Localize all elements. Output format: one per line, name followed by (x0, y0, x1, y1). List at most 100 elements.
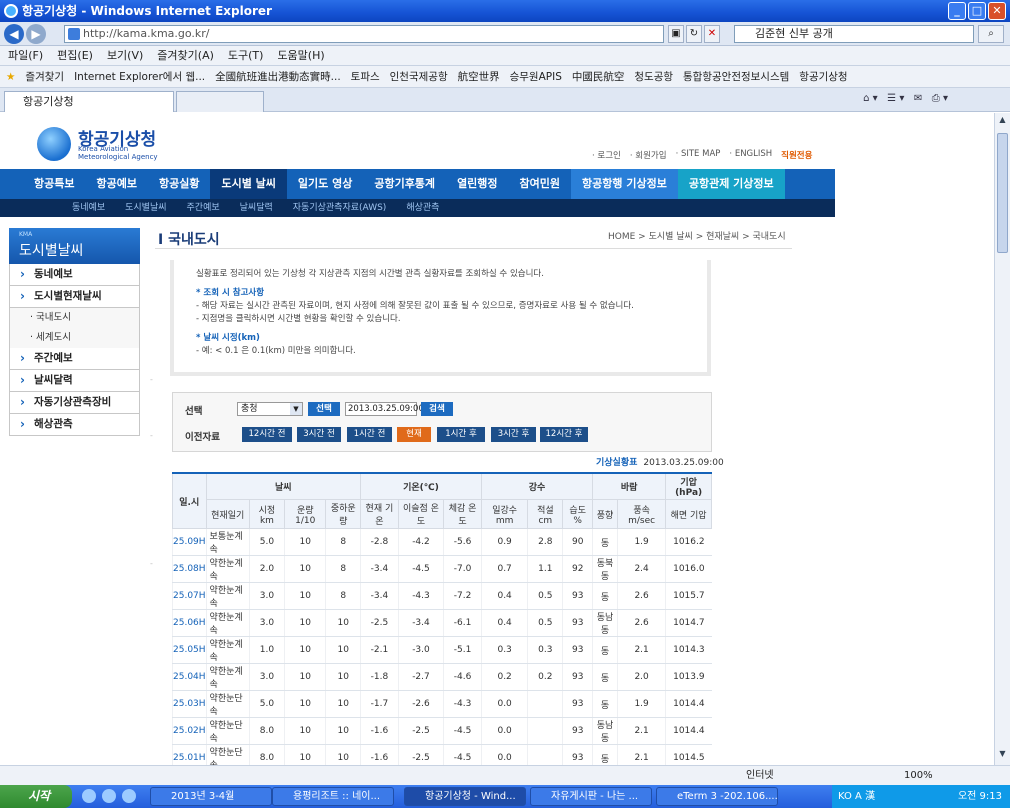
menu-item[interactable]: 편집(E) (57, 46, 93, 65)
time-button[interactable]: 12시간 후 (540, 427, 588, 442)
left-nav-item[interactable]: 해상관측 (9, 414, 140, 436)
ie2-icon[interactable] (122, 789, 136, 803)
taskbar-item[interactable]: 용평리조트 :: 네이... (272, 787, 394, 806)
station-time-link[interactable]: 25.04H (172, 663, 207, 691)
favorite-link[interactable]: 통합항공안전정보시스템 (683, 66, 789, 87)
menu-item[interactable]: 즐겨찾기(A) (157, 46, 214, 65)
scroll-thumb[interactable] (997, 133, 1008, 253)
gnb-item[interactable]: 도시별 날씨 (210, 169, 287, 199)
address-input[interactable]: http://kama.kma.go.kr/ (64, 25, 664, 43)
favorite-link[interactable]: 全國航班進出港動态實時... (215, 66, 341, 87)
station-time-link[interactable]: 25.01H (172, 744, 207, 765)
gnb-item[interactable]: 공항기후통계 (363, 169, 446, 199)
kama-logo-icon[interactable] (37, 127, 71, 161)
table-cell: 2.6 (617, 582, 666, 610)
snb-item[interactable]: 해상관측 (396, 199, 449, 217)
favorites-label[interactable]: 즐겨찾기 (25, 66, 64, 87)
stop-icon[interactable]: ✕ (704, 25, 720, 43)
top-link[interactable]: · ENGLISH (729, 149, 772, 161)
snb-item[interactable]: 주간예보 (177, 199, 230, 217)
forward-icon[interactable]: ▶ (26, 24, 46, 44)
favorite-link[interactable]: 청도공항 (634, 66, 673, 87)
tab-kama[interactable]: 항공기상청 (4, 91, 174, 112)
gnb-item[interactable]: 항공예보 (85, 169, 147, 199)
command-bar[interactable]: ⌂ ▾ ☰ ▾ ✉ ⎙ ▾ (863, 93, 948, 104)
taskbar-item[interactable]: 항공기상청 - Wind... (404, 787, 526, 806)
taskbar-item[interactable]: eTerm 3 -202.106.... (656, 787, 778, 806)
search-input[interactable]: 김준현 신부 공개 (734, 25, 974, 43)
favorites-star-icon[interactable]: ★ (6, 66, 15, 87)
close-button[interactable]: ✕ (988, 2, 1006, 20)
station-time-link[interactable]: 25.05H (172, 636, 207, 664)
refresh-icon[interactable]: ↻ (686, 25, 702, 43)
staff-link[interactable]: 직원전용 (781, 149, 812, 161)
taskbar-item[interactable]: 자유게시판 - 나는 ... (530, 787, 652, 806)
left-nav-item[interactable]: 날씨달력 (9, 370, 140, 392)
desktop-icon[interactable] (82, 789, 96, 803)
favorite-link[interactable]: 승무원APIS (510, 66, 562, 87)
table-cell: 동 (592, 582, 618, 610)
snb-item[interactable]: 자동기상관측자료(AWS) (283, 199, 397, 217)
menu-item[interactable]: 도구(T) (228, 46, 264, 65)
select-button[interactable]: 선택 (308, 402, 340, 416)
search-icon[interactable]: ⌕ (978, 25, 1004, 43)
top-link[interactable]: · 로그인 (592, 149, 621, 161)
taskbar-item[interactable]: 2013년 3-4월 (150, 787, 272, 806)
favorite-link[interactable]: 인천국제공항 (390, 66, 448, 87)
top-link[interactable]: · 회원가입 (630, 149, 667, 161)
station-time-link[interactable]: 25.08H (172, 555, 207, 583)
table-cell: -4.3 (443, 690, 482, 718)
favorite-link[interactable]: Internet Explorer에서 웹... (74, 66, 205, 87)
snb-item[interactable]: 동네예보 (62, 199, 115, 217)
favorite-link[interactable]: 中國民航空 (572, 66, 625, 87)
station-time-link[interactable]: 25.07H (172, 582, 207, 610)
station-time-link[interactable]: 25.09H (172, 528, 207, 556)
gnb-item[interactable]: 열린행정 (446, 169, 508, 199)
snb-item[interactable]: 날씨달력 (230, 199, 283, 217)
left-nav-item[interactable]: 도시별현재날씨 (9, 286, 140, 308)
snb-item[interactable]: 도시별날씨 (115, 199, 176, 217)
table-cell: 1.9 (617, 528, 666, 556)
region-select[interactable]: 충청 ▼ (237, 402, 303, 416)
left-nav-item[interactable]: · 국내도시 (9, 308, 140, 328)
search-button[interactable]: 검색 (421, 402, 453, 416)
maximize-button[interactable]: □ (968, 2, 986, 20)
favorite-link[interactable]: 토파스 (351, 66, 380, 87)
gnb-item[interactable]: 항공항행 기상정보 (571, 169, 678, 199)
compat-icon[interactable]: ▣ (668, 25, 684, 43)
vertical-scrollbar[interactable]: ▲ ▼ (994, 113, 1010, 765)
top-link[interactable]: · SITE MAP (676, 149, 721, 161)
time-button[interactable]: 1시간 전 (347, 427, 392, 442)
datetime-input[interactable]: 2013.03.25.09:00 (345, 402, 424, 416)
back-icon[interactable]: ◀ (4, 24, 24, 44)
zoom-level[interactable]: 100% (904, 766, 933, 786)
gnb-item[interactable]: 참여민원 (509, 169, 571, 199)
new-tab-button[interactable] (176, 91, 264, 112)
gnb-item[interactable]: 일기도 영상 (287, 169, 363, 199)
time-button[interactable]: 3시간 전 (297, 427, 341, 442)
gnb-item[interactable]: 공항관제 기상정보 (677, 169, 785, 199)
minimize-button[interactable]: _ (948, 2, 966, 20)
station-time-link[interactable]: 25.06H (172, 609, 207, 637)
updated-time: 기상실황표 2013.03.25.09:00 (596, 458, 724, 468)
station-time-link[interactable]: 25.03H (172, 690, 207, 718)
time-button[interactable]: 3시간 후 (491, 427, 536, 442)
menu-item[interactable]: 보기(V) (107, 46, 143, 65)
left-nav-item[interactable]: 주간예보 (9, 348, 140, 370)
favorite-link[interactable]: 航空世界 (458, 66, 500, 87)
menu-item[interactable]: 도움말(H) (277, 46, 324, 65)
gnb-item[interactable]: 항공특보 (23, 169, 85, 199)
table-group-header: 날씨 (205, 472, 362, 500)
menu-item[interactable]: 파일(F) (8, 46, 43, 65)
left-nav-item[interactable]: · 세계도시 (9, 328, 140, 348)
left-nav-item[interactable]: 자동기상관측장비(AWS) (9, 392, 140, 428)
ie-icon[interactable] (102, 789, 116, 803)
gnb-item[interactable]: 항공실황 (148, 169, 210, 199)
favorite-link[interactable]: 항공기상청 (799, 66, 847, 87)
left-nav-item[interactable]: 동네예보 (9, 264, 140, 286)
time-button[interactable]: 현재 (397, 427, 431, 442)
station-time-link[interactable]: 25.02H (172, 717, 207, 745)
time-button[interactable]: 1시간 후 (437, 427, 485, 442)
time-button[interactable]: 12시간 전 (242, 427, 292, 442)
start-button[interactable]: 시작 (0, 785, 72, 808)
